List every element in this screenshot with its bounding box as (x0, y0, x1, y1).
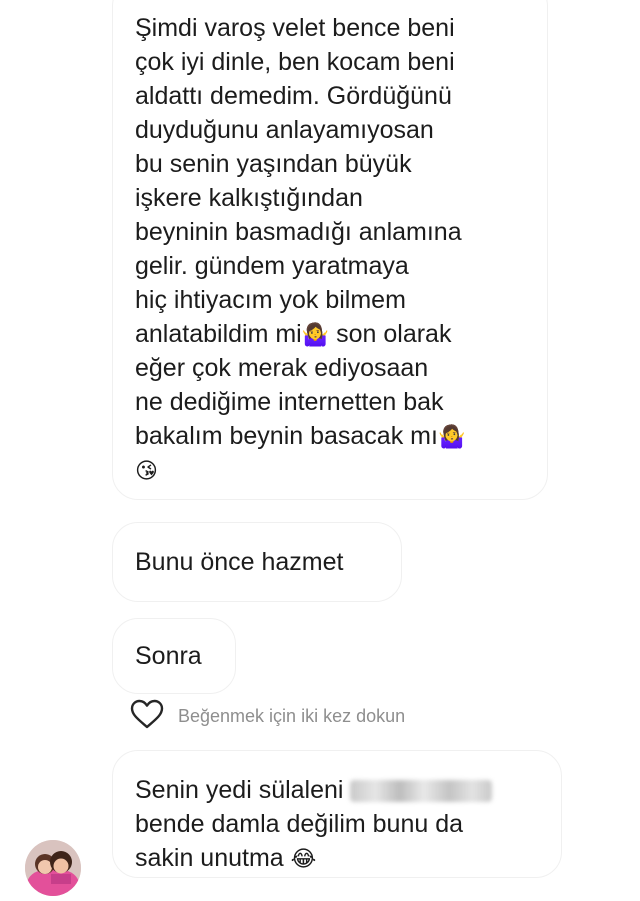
message-bubble-incoming[interactable]: Sonra (112, 618, 236, 694)
message-line-with-emoji: 😘 (135, 453, 529, 487)
message-line: ne dediğime internetten bak (135, 388, 444, 416)
avatar[interactable] (25, 840, 81, 896)
message-bubble-incoming[interactable]: Senin yedi sülaleni bende damla değilim … (112, 750, 562, 878)
message-line-with-emoji: sakin unutma 😂 (135, 841, 561, 875)
redacted-text (350, 780, 493, 803)
like-hint-row: Beğenmek için iki kez dokun (130, 699, 406, 734)
message-bubble-incoming[interactable]: Bunu önce hazmet (112, 522, 402, 602)
message-line-with-emoji: bakalım beynin basacak mı🤷‍♀️ (135, 419, 529, 453)
message-line: aldattı demedim. Gördüğünü (135, 82, 452, 110)
message-line: bende damla değilim bunu da (135, 810, 464, 838)
message-text: bakalım beynin basacak mı (135, 422, 438, 450)
message-line: eğer çok merak ediyosaan (135, 354, 429, 382)
message-line: duyduğunu anlayamıyosan (135, 116, 434, 144)
face-blowing-kiss-emoji: 😘 (135, 458, 158, 484)
message-text: sakin unutma (135, 844, 284, 872)
woman-shrugging-emoji: 🤷‍♀️ (437, 424, 466, 450)
woman-shrugging-emoji: 🤷‍♀️ (301, 322, 330, 348)
message-text: Sonra (135, 642, 202, 670)
tears-of-joy-emoji: 😂 (290, 846, 317, 872)
message-line: Şimdi varoş velet bence beni (135, 14, 455, 42)
message-line: çok iyi dinle, ben kocam beni (135, 48, 455, 76)
message-text: Bunu önce hazmet (135, 548, 344, 576)
like-hint-text: Beğenmek için iki kez dokun (178, 705, 406, 726)
message-text: Senin yedi sülaleni (135, 776, 344, 804)
message-line: bu senin yaşından büyük (135, 150, 412, 178)
message-line: işkere kalkıştığından (135, 184, 363, 212)
message-text: anlatabildim mi (135, 320, 302, 348)
message-line-with-emoji: anlatabildim mi🤷‍♀️ son olarak (135, 317, 529, 351)
message-line: beyninin basmadığı anlamına (135, 218, 462, 246)
message-text: son olarak (336, 320, 452, 348)
message-line: Senin yedi sülaleni (135, 773, 561, 807)
message-line: hiç ihtiyacım yok bilmem (135, 286, 406, 314)
message-line: gelir. gündem yaratmaya (135, 252, 409, 280)
message-bubble-incoming[interactable]: Şimdi varoş velet bence beni çok iyi din… (112, 0, 548, 500)
heart-outline-icon[interactable] (130, 699, 164, 734)
